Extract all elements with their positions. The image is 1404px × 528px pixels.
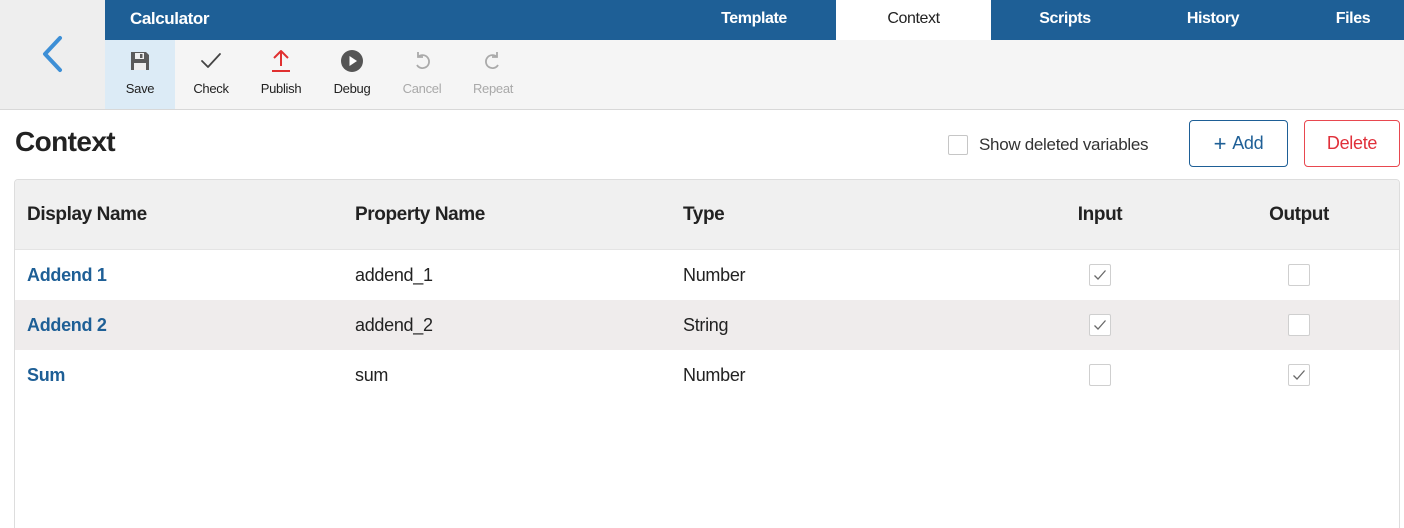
display-name-link[interactable]: Addend 2 — [27, 300, 107, 350]
cancel-label: Cancel — [402, 81, 442, 96]
check-button[interactable]: Check — [176, 40, 246, 109]
display-name-link[interactable]: Sum — [27, 350, 65, 400]
property-name-cell: addend_1 — [355, 265, 433, 285]
table-row[interactable]: Addend 2 addend_2 String — [15, 300, 1399, 350]
column-header-output[interactable]: Output — [1239, 180, 1359, 250]
type-cell: Number — [683, 265, 746, 285]
input-checkbox[interactable] — [1089, 364, 1111, 386]
table-header: Display Name Property Name Type Input Ou… — [15, 180, 1399, 250]
cancel-button[interactable]: Cancel — [387, 40, 457, 109]
tab-files[interactable]: Files — [1300, 0, 1404, 40]
publish-label: Publish — [260, 81, 302, 96]
property-name-cell: sum — [355, 365, 389, 385]
table-row[interactable]: Sum sum Number — [15, 350, 1399, 400]
checkmark-icon — [1094, 320, 1106, 330]
delete-button[interactable]: Delete — [1304, 120, 1400, 167]
column-header-type[interactable]: Type — [683, 180, 725, 250]
type-cell: String — [683, 315, 729, 335]
save-label: Save — [125, 81, 155, 96]
show-deleted-checkbox[interactable] — [948, 135, 968, 155]
debug-label: Debug — [333, 81, 371, 96]
chevron-left-icon — [43, 36, 62, 72]
display-name-link[interactable]: Addend 1 — [27, 250, 107, 300]
repeat-button[interactable]: Repeat — [458, 40, 528, 109]
publish-button[interactable]: Publish — [246, 40, 316, 109]
context-table: Display Name Property Name Type Input Ou… — [14, 179, 1400, 528]
output-checkbox[interactable] — [1288, 314, 1310, 336]
property-name-cell: addend_2 — [355, 315, 433, 335]
output-checkbox[interactable] — [1288, 264, 1310, 286]
toolbar: Save Check Publish Debug Cancel Repeat — [105, 40, 1404, 110]
top-bar: Calculator Template Context Scripts Hist… — [105, 0, 1404, 40]
check-label: Check — [193, 81, 229, 96]
column-header-input[interactable]: Input — [1040, 180, 1160, 250]
column-header-property-name[interactable]: Property Name — [355, 180, 485, 250]
input-checkbox[interactable] — [1089, 264, 1111, 286]
upload-arrow-icon — [272, 50, 290, 72]
back-panel — [0, 0, 105, 110]
tab-context[interactable]: Context — [836, 0, 991, 40]
delete-button-label: Delete — [1326, 133, 1378, 153]
floppy-disk-icon — [131, 52, 149, 70]
add-button-label: Add — [1232, 133, 1264, 153]
input-checkbox[interactable] — [1089, 314, 1111, 336]
tab-scripts[interactable]: Scripts — [995, 0, 1135, 40]
back-button[interactable] — [30, 30, 74, 78]
redo-icon — [485, 52, 499, 69]
show-deleted-label: Show deleted variables — [979, 135, 1149, 154]
plus-icon: + — [1213, 130, 1227, 156]
checkmark-icon — [201, 53, 221, 68]
output-checkbox[interactable] — [1288, 364, 1310, 386]
table-row[interactable]: Addend 1 addend_1 Number — [15, 250, 1399, 300]
add-button[interactable]: + Add — [1189, 120, 1288, 167]
tab-template[interactable]: Template — [692, 0, 816, 40]
repeat-label: Repeat — [472, 81, 514, 96]
tab-history[interactable]: History — [1145, 0, 1281, 40]
checkmark-icon — [1293, 370, 1305, 380]
debug-button[interactable]: Debug — [317, 40, 387, 109]
undo-icon — [416, 52, 430, 69]
tab-bar: Template Context Scripts History Files — [105, 0, 1404, 40]
save-button[interactable]: Save — [105, 40, 175, 109]
column-header-display-name[interactable]: Display Name — [27, 180, 147, 250]
play-circle-icon — [341, 50, 363, 72]
type-cell: Number — [683, 365, 746, 385]
page-title: Context — [15, 126, 116, 157]
checkmark-icon — [1094, 270, 1106, 280]
show-deleted-toggle[interactable]: Show deleted variables — [948, 134, 1148, 156]
